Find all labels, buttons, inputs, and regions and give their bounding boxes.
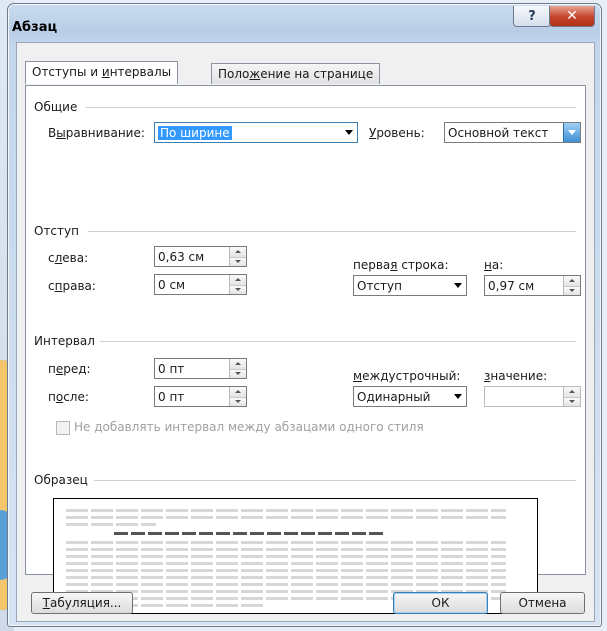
ok-button[interactable]: ОК — [393, 592, 488, 614]
chevron-down-icon — [341, 123, 357, 142]
spin-down-icon[interactable] — [564, 396, 580, 406]
chevron-down-icon — [563, 123, 580, 142]
indent-right-label: справа: — [48, 279, 96, 293]
spin-up-icon[interactable] — [564, 387, 580, 397]
first-line-by-spinner[interactable]: 0,97 см — [484, 275, 581, 296]
line-spacing-select[interactable]: Одинарный — [353, 386, 467, 407]
spin-up-icon[interactable] — [230, 387, 246, 397]
spin-up-icon[interactable] — [230, 247, 246, 257]
preview-line — [66, 576, 506, 579]
spacing-divider — [100, 341, 576, 342]
preview-line — [66, 541, 506, 544]
alignment-label: Выравнивание: — [48, 126, 145, 140]
dialog-title: Абзац — [12, 20, 58, 35]
spin-up-icon[interactable] — [230, 275, 246, 285]
tab-page: Общие Выравнивание: По ширине Уровень: О… — [25, 85, 586, 614]
spacing-before-value: 0 пт — [158, 362, 185, 376]
sample-divider — [94, 480, 576, 481]
preview-line — [66, 509, 506, 512]
spin-down-icon[interactable] — [230, 284, 246, 294]
preview-line — [66, 548, 506, 551]
line-spacing-value: Одинарный — [357, 389, 431, 404]
line-spacing-label: междустрочный: — [353, 369, 461, 383]
first-line-label: первая строка: — [353, 258, 449, 272]
alignment-select[interactable]: По ширине — [154, 122, 358, 143]
preview-line — [66, 523, 156, 526]
general-heading: Общие — [34, 100, 78, 114]
preview-line — [66, 562, 506, 565]
dialog-body: Отступы и интервалы Положение на страниц… — [16, 42, 595, 622]
indent-heading: Отступ — [34, 224, 79, 238]
indent-divider — [88, 231, 576, 232]
indent-left-value: 0,63 см — [158, 250, 205, 264]
spin-up-icon[interactable] — [230, 359, 246, 369]
level-label: Уровень: — [369, 126, 425, 140]
spacing-after-label: после: — [48, 390, 89, 404]
close-button[interactable]: ✕ — [549, 6, 595, 27]
preview-line — [66, 569, 506, 572]
close-icon: ✕ — [566, 8, 578, 24]
no-space-label: Не добавлять интервал между абзацами одн… — [74, 420, 424, 434]
no-space-checkbox[interactable] — [56, 421, 70, 435]
spacing-value-label: значение: — [484, 369, 548, 383]
spin-down-icon[interactable] — [230, 368, 246, 378]
general-divider — [86, 107, 576, 108]
indent-right-spinner[interactable]: 0 см — [154, 274, 247, 295]
spacing-heading: Интервал — [34, 334, 95, 348]
spacing-after-value: 0 пт — [158, 390, 185, 404]
spacing-after-spinner[interactable]: 0 пт — [154, 386, 247, 407]
preview-line — [66, 583, 506, 586]
preview-line — [66, 555, 506, 558]
indent-left-spinner[interactable]: 0,63 см — [154, 246, 247, 267]
spin-down-icon[interactable] — [564, 285, 580, 295]
paragraph-dialog: Абзац ? ✕ Отступы и интервалы Положение … — [7, 3, 602, 627]
tabs-button[interactable]: Табуляция... — [31, 592, 133, 614]
spin-down-icon[interactable] — [230, 396, 246, 406]
sample-heading: Образец — [34, 473, 88, 487]
spacing-before-label: перед: — [48, 362, 91, 376]
chevron-down-icon — [450, 276, 466, 295]
cancel-button[interactable]: Отмена — [500, 592, 585, 614]
help-button[interactable]: ? — [513, 6, 551, 27]
tab-position-on-page[interactable]: Положение на странице — [211, 63, 381, 84]
spacing-value-spinner[interactable] — [484, 386, 581, 407]
spin-down-icon[interactable] — [230, 256, 246, 266]
first-line-by-label: на: — [484, 258, 504, 272]
preview-line — [66, 516, 506, 519]
alignment-value: По ширине — [158, 125, 232, 140]
tab-indents-spacing[interactable]: Отступы и интервалы — [25, 61, 179, 84]
first-line-select[interactable]: Отступ — [353, 275, 467, 296]
level-select[interactable]: Основной текст — [444, 122, 581, 143]
level-value: Основной текст — [448, 125, 549, 140]
first-line-value: Отступ — [357, 278, 402, 293]
help-icon: ? — [528, 8, 536, 24]
indent-right-value: 0 см — [158, 278, 186, 292]
spin-up-icon[interactable] — [564, 276, 580, 286]
spacing-before-spinner[interactable]: 0 пт — [154, 358, 247, 379]
indent-left-label: слева: — [48, 251, 89, 265]
preview-line — [114, 532, 384, 535]
first-line-by-value: 0,97 см — [488, 279, 535, 293]
chevron-down-icon — [450, 387, 466, 406]
